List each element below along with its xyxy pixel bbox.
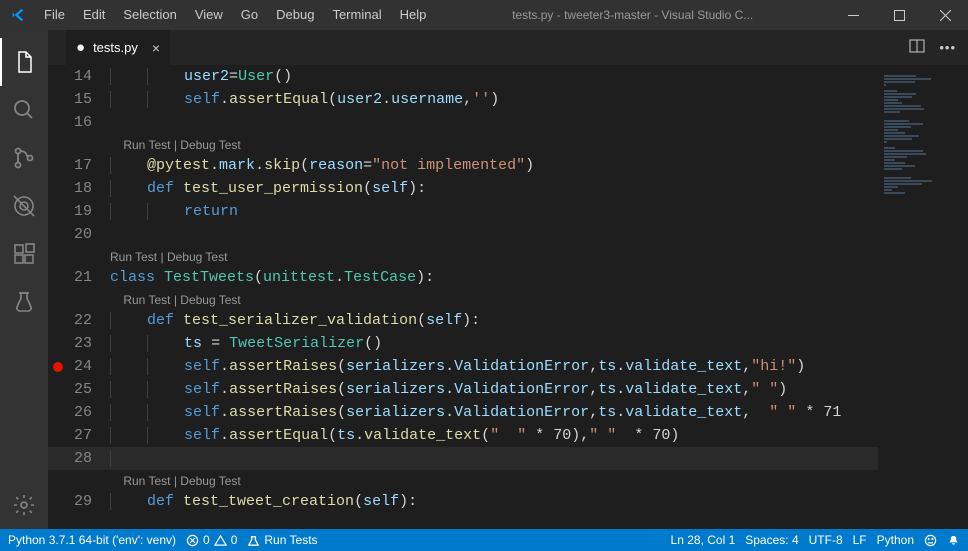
line-number: 19 bbox=[68, 200, 110, 223]
menu-view[interactable]: View bbox=[186, 0, 232, 30]
tab-bar: ● tests.py × ••• bbox=[48, 30, 968, 65]
status-notifications-icon[interactable] bbox=[947, 534, 960, 547]
breakpoint-gutter[interactable] bbox=[48, 447, 68, 470]
more-actions-icon[interactable]: ••• bbox=[939, 40, 956, 55]
activity-bar bbox=[0, 30, 48, 529]
status-run-tests[interactable]: Run Tests bbox=[247, 533, 317, 547]
code-line[interactable]: 18 def test_user_permission(self): bbox=[48, 177, 968, 200]
status-feedback-icon[interactable] bbox=[924, 534, 937, 547]
menu-help[interactable]: Help bbox=[391, 0, 436, 30]
code-line[interactable]: 28 bbox=[48, 447, 968, 470]
status-eol[interactable]: LF bbox=[853, 533, 867, 547]
minimap[interactable] bbox=[878, 65, 968, 529]
status-bar: Python 3.7.1 64-bit ('env': venv) 0 0 Ru… bbox=[0, 529, 968, 551]
status-language[interactable]: Python bbox=[877, 533, 914, 547]
breakpoint-gutter[interactable] bbox=[48, 355, 68, 378]
line-number: 18 bbox=[68, 177, 110, 200]
line-number: 15 bbox=[68, 88, 110, 111]
menu-edit[interactable]: Edit bbox=[74, 0, 114, 30]
menu-terminal[interactable]: Terminal bbox=[323, 0, 390, 30]
breakpoint-gutter[interactable] bbox=[48, 490, 68, 513]
codelens[interactable]: Run Test | Debug Test bbox=[110, 134, 241, 154]
tab-filename: tests.py bbox=[93, 40, 138, 55]
extensions-icon[interactable] bbox=[0, 230, 48, 278]
line-number: 22 bbox=[68, 309, 110, 332]
status-spaces[interactable]: Spaces: 4 bbox=[745, 533, 798, 547]
line-number: 17 bbox=[68, 154, 110, 177]
line-number: 16 bbox=[68, 111, 110, 134]
line-number: 23 bbox=[68, 332, 110, 355]
code-line[interactable]: 27 self.assertEqual(ts.validate_text(" "… bbox=[48, 424, 968, 447]
breakpoint-gutter[interactable] bbox=[48, 309, 68, 332]
menu-bar: FileEditSelectionViewGoDebugTerminalHelp bbox=[35, 0, 435, 30]
line-number: 24 bbox=[68, 355, 110, 378]
editor-area: ● tests.py × ••• 14 user2=User()15 self.… bbox=[48, 30, 968, 529]
code-editor[interactable]: 14 user2=User()15 self.assertEqual(user2… bbox=[48, 65, 968, 529]
vscode-logo-icon bbox=[0, 7, 35, 23]
debug-icon[interactable] bbox=[0, 182, 48, 230]
status-ln-col[interactable]: Ln 28, Col 1 bbox=[671, 533, 736, 547]
tab-tests-py[interactable]: ● tests.py × bbox=[66, 30, 171, 65]
line-number: 14 bbox=[68, 65, 110, 88]
search-icon[interactable] bbox=[0, 86, 48, 134]
breakpoint-gutter[interactable] bbox=[48, 154, 68, 177]
breakpoint-gutter[interactable] bbox=[48, 378, 68, 401]
maximize-button[interactable] bbox=[876, 0, 922, 30]
settings-gear-icon[interactable] bbox=[0, 481, 48, 529]
code-line[interactable]: 21class TestTweets(unittest.TestCase): bbox=[48, 266, 968, 289]
line-number: 28 bbox=[68, 447, 110, 470]
menu-go[interactable]: Go bbox=[232, 0, 267, 30]
status-encoding[interactable]: UTF-8 bbox=[809, 533, 843, 547]
close-button[interactable] bbox=[922, 0, 968, 30]
menu-file[interactable]: File bbox=[35, 0, 74, 30]
minimize-button[interactable] bbox=[830, 0, 876, 30]
code-line[interactable]: 22 def test_serializer_validation(self): bbox=[48, 309, 968, 332]
window-title: tests.py - tweeter3-master - Visual Stud… bbox=[435, 8, 830, 22]
breakpoint-gutter[interactable] bbox=[48, 223, 68, 246]
breakpoint-gutter[interactable] bbox=[48, 401, 68, 424]
menu-selection[interactable]: Selection bbox=[114, 0, 185, 30]
breakpoint-gutter[interactable] bbox=[48, 424, 68, 447]
code-line[interactable]: 16 bbox=[48, 111, 968, 134]
line-number: 26 bbox=[68, 401, 110, 424]
explorer-icon[interactable] bbox=[0, 38, 48, 86]
line-number: 27 bbox=[68, 424, 110, 447]
close-tab-icon[interactable]: × bbox=[144, 40, 160, 56]
codelens[interactable]: Run Test | Debug Test bbox=[110, 470, 241, 490]
code-line[interactable]: 26 self.assertRaises(serializers.Validat… bbox=[48, 401, 968, 424]
codelens[interactable]: Run Test | Debug Test bbox=[110, 246, 227, 266]
code-line[interactable]: 20 bbox=[48, 223, 968, 246]
split-editor-icon[interactable] bbox=[909, 38, 925, 57]
code-line[interactable]: 29 def test_tweet_creation(self): bbox=[48, 490, 968, 513]
line-number: 25 bbox=[68, 378, 110, 401]
status-problems[interactable]: 0 0 bbox=[186, 533, 237, 547]
breakpoint-icon[interactable] bbox=[53, 362, 63, 372]
breakpoint-gutter[interactable] bbox=[48, 332, 68, 355]
code-line[interactable]: 23 ts = TweetSerializer() bbox=[48, 332, 968, 355]
test-icon[interactable] bbox=[0, 278, 48, 326]
titlebar: FileEditSelectionViewGoDebugTerminalHelp… bbox=[0, 0, 968, 30]
breakpoint-gutter[interactable] bbox=[48, 200, 68, 223]
code-line[interactable]: 19 return bbox=[48, 200, 968, 223]
code-line[interactable]: 17 @pytest.mark.skip(reason="not impleme… bbox=[48, 154, 968, 177]
menu-debug[interactable]: Debug bbox=[267, 0, 323, 30]
dirty-indicator-icon: ● bbox=[76, 39, 87, 56]
source-control-icon[interactable] bbox=[0, 134, 48, 182]
breakpoint-gutter[interactable] bbox=[48, 111, 68, 134]
codelens[interactable]: Run Test | Debug Test bbox=[110, 289, 241, 309]
status-python-env[interactable]: Python 3.7.1 64-bit ('env': venv) bbox=[8, 533, 176, 547]
line-number: 21 bbox=[68, 266, 110, 289]
code-line[interactable]: 24 self.assertRaises(serializers.Validat… bbox=[48, 355, 968, 378]
line-number: 29 bbox=[68, 490, 110, 513]
code-line[interactable]: 15 self.assertEqual(user2.username,'') bbox=[48, 88, 968, 111]
code-line[interactable]: 14 user2=User() bbox=[48, 65, 968, 88]
window-controls bbox=[830, 0, 968, 30]
breakpoint-gutter[interactable] bbox=[48, 65, 68, 88]
code-line[interactable]: 25 self.assertRaises(serializers.Validat… bbox=[48, 378, 968, 401]
breakpoint-gutter[interactable] bbox=[48, 177, 68, 200]
line-number: 20 bbox=[68, 223, 110, 246]
breakpoint-gutter[interactable] bbox=[48, 266, 68, 289]
breakpoint-gutter[interactable] bbox=[48, 88, 68, 111]
